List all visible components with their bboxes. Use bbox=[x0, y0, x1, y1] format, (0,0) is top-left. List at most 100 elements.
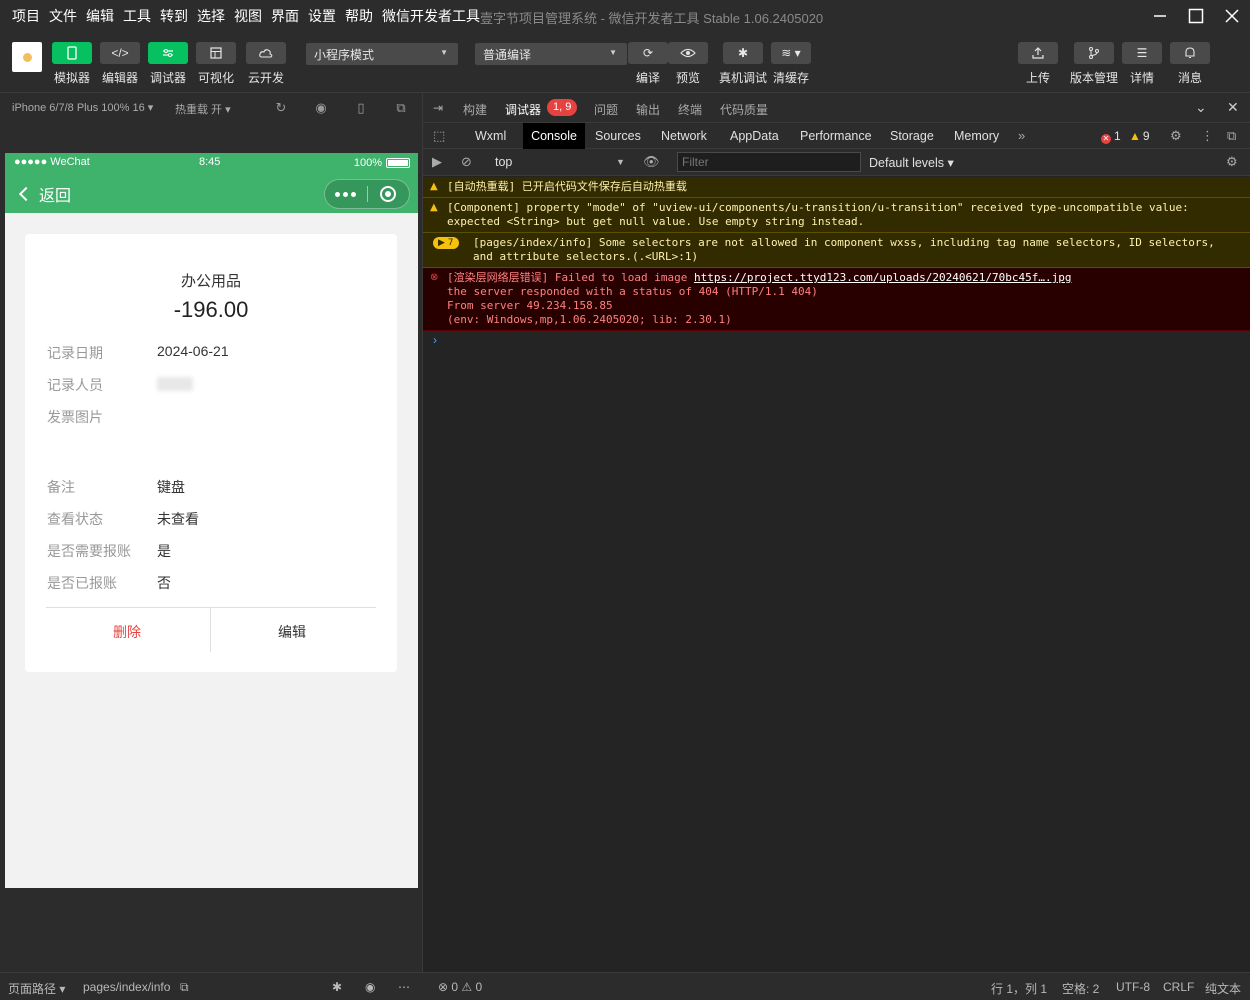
blurred-recorder-name bbox=[157, 377, 193, 391]
tab-debugger[interactable]: 调试器 bbox=[505, 101, 541, 118]
error-image-link[interactable]: https://project.ttyd123.com/uploads/2024… bbox=[694, 271, 1072, 284]
chevron-down-icon[interactable]: ⌄ bbox=[1195, 99, 1207, 116]
phone-icon[interactable]: ▯ bbox=[353, 100, 369, 116]
console-filter-input[interactable] bbox=[677, 152, 861, 172]
menu-interface[interactable]: 界面 bbox=[271, 6, 299, 26]
line-ending[interactable]: CRLF bbox=[1163, 980, 1194, 994]
more-tabs-icon[interactable]: » bbox=[1018, 128, 1025, 143]
tab-output[interactable]: 输出 bbox=[636, 101, 660, 118]
debugger-button[interactable]: 调试器 bbox=[148, 42, 188, 86]
delete-button[interactable]: 删除 bbox=[113, 622, 141, 642]
dock-icon[interactable]: ⇥ bbox=[433, 101, 443, 115]
eye-icon[interactable]: 👁︎ bbox=[643, 154, 660, 170]
minimize-button[interactable] bbox=[1142, 0, 1178, 32]
log-levels-select[interactable]: Default levels ▾ bbox=[869, 155, 954, 170]
mode-select[interactable]: 小程序模式 ▼ bbox=[306, 43, 458, 65]
hot-reload-select[interactable]: 热重载 开 ▾ bbox=[175, 101, 231, 117]
menu-goto[interactable]: 转到 bbox=[160, 6, 188, 26]
visual-button[interactable]: 可视化 bbox=[196, 42, 236, 86]
menu-select[interactable]: 选择 bbox=[197, 6, 225, 26]
indent-spaces[interactable]: 空格: 2 bbox=[1062, 980, 1099, 997]
maximize-button[interactable] bbox=[1178, 0, 1214, 32]
upload-button[interactable]: 上传 bbox=[1018, 42, 1058, 86]
tab-console[interactable]: Console bbox=[523, 123, 585, 149]
back-button[interactable]: 返回 bbox=[17, 182, 71, 206]
messages-button[interactable]: 消息 bbox=[1170, 42, 1210, 86]
context-select[interactable]: top bbox=[495, 155, 512, 169]
popout-icon[interactable]: ⧉ bbox=[393, 100, 409, 116]
tab-code-quality[interactable]: 代码质量 bbox=[720, 101, 768, 118]
more-icon[interactable]: ⋯ bbox=[398, 980, 410, 994]
project-avatar[interactable] bbox=[12, 42, 42, 72]
cursor-position[interactable]: 行 1，列 1 bbox=[991, 980, 1047, 997]
menu-help[interactable]: 帮助 bbox=[345, 6, 373, 26]
tab-terminal[interactable]: 终端 bbox=[678, 101, 702, 118]
settings-gear-icon[interactable]: ⚙ bbox=[1170, 128, 1182, 144]
bell-icon bbox=[1170, 42, 1210, 64]
simulator-button[interactable]: 模拟器 bbox=[52, 42, 92, 86]
tab-memory[interactable]: Memory bbox=[948, 123, 1005, 149]
version-management-button[interactable]: 版本管理 bbox=[1070, 42, 1118, 86]
language-mode[interactable]: 纯文本 bbox=[1205, 980, 1241, 997]
clear-cache-button[interactable]: ≋ ▾ 清缓存 bbox=[771, 42, 811, 86]
details-button[interactable]: ☰ 详情 bbox=[1122, 42, 1162, 86]
close-window-button[interactable] bbox=[1214, 0, 1250, 32]
battery-icon bbox=[386, 158, 410, 168]
bug-icon[interactable]: ✱ bbox=[332, 980, 342, 994]
record-amount: -196.00 bbox=[173, 297, 249, 322]
menu-view[interactable]: 视图 bbox=[234, 6, 262, 26]
tab-sources[interactable]: Sources bbox=[589, 123, 647, 149]
record-icon[interactable]: ◉ bbox=[313, 100, 329, 116]
sidebar-toggle-icon[interactable]: ▶︎ bbox=[432, 154, 442, 170]
eye-icon[interactable]: ◉ bbox=[365, 980, 375, 994]
real-device-debug-button[interactable]: ✱ 真机调试 bbox=[719, 42, 767, 86]
more-dots-icon[interactable] bbox=[325, 191, 367, 197]
device-select[interactable]: iPhone 6/7/8 Plus 100% 16 ▾ bbox=[12, 101, 153, 114]
menu-edit[interactable]: 编辑 bbox=[86, 6, 114, 26]
caret-down-icon: ▼ bbox=[616, 157, 625, 167]
cloud-button[interactable]: 云开发 bbox=[246, 42, 286, 86]
editor-button[interactable]: </> 编辑器 bbox=[100, 42, 140, 86]
close-miniprogram-button[interactable] bbox=[367, 186, 409, 202]
tab-performance[interactable]: Performance bbox=[794, 123, 878, 149]
field-label-recorder: 记录人员 bbox=[47, 377, 103, 393]
preview-button[interactable]: 预览 bbox=[668, 42, 708, 86]
error-count[interactable]: ✕ 1 bbox=[1101, 129, 1121, 144]
copy-icon[interactable]: ⧉ bbox=[180, 980, 189, 995]
kebab-menu-icon[interactable]: ⋮ bbox=[1201, 128, 1214, 144]
undock-icon[interactable]: ⧉ bbox=[1227, 128, 1236, 144]
tab-build[interactable]: 构建 bbox=[463, 101, 487, 118]
warning-count[interactable]: ▲ 9 bbox=[1129, 129, 1150, 143]
error-icon: ✕ bbox=[1101, 134, 1111, 144]
menu-file[interactable]: 文件 bbox=[49, 6, 77, 26]
console-warning-group[interactable]: ▶ 7 [pages/index/info] Some selectors ar… bbox=[423, 233, 1250, 268]
tab-network[interactable]: Network bbox=[655, 123, 713, 149]
tab-storage[interactable]: Storage bbox=[884, 123, 940, 149]
problem-counts[interactable]: ⊗ 0 ⚠ 0 bbox=[438, 980, 482, 994]
console-prompt[interactable]: › bbox=[433, 333, 437, 347]
refresh-icon[interactable]: ↻ bbox=[273, 100, 289, 116]
menu-project[interactable]: 项目 bbox=[12, 6, 40, 26]
console-settings-icon[interactable]: ⚙ bbox=[1226, 154, 1238, 170]
tab-problems[interactable]: 问题 bbox=[594, 101, 618, 118]
compile-button[interactable]: ⟳ 编译 bbox=[628, 42, 668, 86]
tab-appdata[interactable]: AppData bbox=[724, 123, 785, 149]
menu-tools[interactable]: 工具 bbox=[123, 6, 151, 26]
page-path-select[interactable]: 页面路径 ▾ bbox=[8, 980, 65, 997]
clear-console-icon[interactable]: ⊘ bbox=[461, 154, 472, 170]
edit-button[interactable]: 编辑 bbox=[278, 622, 306, 642]
button-divider bbox=[210, 608, 211, 652]
devtools-tabs: ⇥ 构建 调试器 1, 9 问题 输出 终端 代码质量 ⌄ ✕ bbox=[423, 92, 1250, 122]
close-icon[interactable]: ✕ bbox=[1227, 99, 1239, 116]
menu-wechat-devtools[interactable]: 微信开发者工具 bbox=[382, 6, 480, 26]
inspect-element-icon[interactable]: ⬚ bbox=[433, 128, 445, 144]
back-label: 返回 bbox=[39, 188, 72, 205]
encoding[interactable]: UTF-8 bbox=[1116, 980, 1150, 994]
menu-settings[interactable]: 设置 bbox=[308, 6, 336, 26]
tab-wxml[interactable]: Wxml bbox=[469, 123, 512, 149]
branch-icon bbox=[1074, 42, 1114, 64]
compile-mode-select[interactable]: 普通编译 ▼ bbox=[475, 43, 627, 65]
phone-icon bbox=[52, 42, 92, 64]
visual-label: 可视化 bbox=[197, 71, 234, 85]
messages-label: 消息 bbox=[1177, 71, 1202, 85]
